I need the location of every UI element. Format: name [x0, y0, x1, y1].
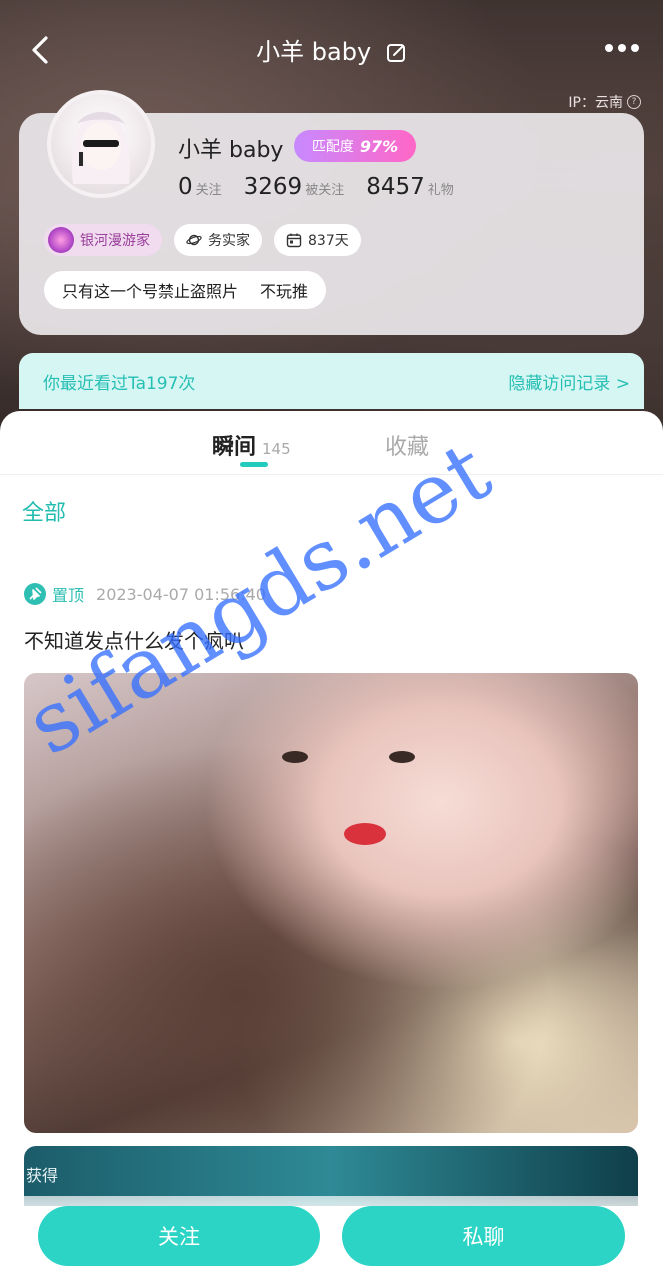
avatar-illustration-icon [72, 110, 130, 184]
profile-stats: 0 关注 3269 被关注 8457 礼物 [178, 174, 454, 200]
calendar-icon [286, 233, 302, 248]
personality-tag-label: 务实家 [208, 233, 250, 249]
edit-icon[interactable] [385, 42, 407, 64]
second-photo-caption: 获得 [26, 1166, 59, 1185]
photo-eye-right [389, 751, 415, 763]
top-bar: 小羊 baby IP：云南 ? [0, 0, 663, 111]
photo-eye-left [282, 751, 308, 763]
tab-bar: 瞬间 145 收藏 [0, 411, 663, 475]
ip-location-text: IP：云南 [568, 95, 623, 111]
ip-location: IP：云南 ? [568, 92, 641, 112]
stat-value: 0 [178, 174, 193, 200]
pin-icon [24, 583, 46, 605]
stat-gifts[interactable]: 8457 礼物 [366, 174, 454, 200]
match-label: 匹配度 [311, 139, 354, 155]
days-tag[interactable]: 837天 [274, 224, 361, 256]
personality-tag[interactable]: 务实家 [174, 224, 262, 256]
bottom-action-bar: 关注 私聊 [0, 1196, 663, 1280]
stat-label: 关注 [195, 183, 222, 198]
private-chat-button[interactable]: 私聊 [342, 1206, 625, 1266]
post-text: 不知道发点什么发个疯叭 [24, 629, 244, 653]
help-icon[interactable]: ? [627, 95, 641, 109]
profile-signature: 只有这一个号禁止盗照片 不玩推 [44, 271, 327, 309]
photo-lips [344, 823, 386, 845]
post-meta: 置顶 2023-04-07 01:56:40 [24, 582, 266, 606]
post-photo[interactable] [24, 673, 638, 1133]
filter-all[interactable]: 全部 [22, 495, 66, 527]
profile-tags: 银河漫游家 务实家 837天 [44, 224, 361, 256]
days-tag-label: 837天 [308, 233, 349, 249]
match-badge: 匹配度 97% [294, 130, 416, 162]
page-title-wrap: 小羊 baby [0, 32, 663, 67]
stat-label: 被关注 [305, 183, 345, 198]
tab-moments[interactable]: 瞬间 145 [212, 429, 291, 461]
tab-favorites[interactable]: 收藏 [385, 429, 429, 461]
signature-part-1: 只有这一个号禁止盗照片 [62, 282, 239, 301]
stat-value: 8457 [366, 174, 425, 200]
stat-value: 3269 [243, 174, 303, 200]
visit-count-text: 你最近看过Ta197次 [43, 373, 196, 394]
visit-banner: 你最近看过Ta197次 隐藏访问记录 > [19, 353, 644, 409]
stat-label: 礼物 [427, 183, 454, 198]
pinned-label: 置顶 [52, 586, 85, 605]
content-sheet: 瞬间 145 收藏 全部 置顶 2023-04-07 01:56:40 不知道发点… [0, 411, 663, 1280]
stat-following[interactable]: 0 关注 [178, 174, 222, 200]
tab-moments-label: 瞬间 [212, 435, 257, 460]
galaxy-level-icon [48, 227, 74, 253]
tab-moments-count: 145 [262, 440, 291, 458]
level-tag-label: 银河漫游家 [80, 233, 150, 249]
active-tab-indicator [240, 462, 268, 467]
stat-followers[interactable]: 3269 被关注 [244, 174, 345, 200]
level-tag[interactable]: 银河漫游家 [44, 224, 162, 256]
hide-visit-record-link[interactable]: 隐藏访问记录 > [508, 369, 630, 394]
more-dots-icon [605, 44, 639, 52]
follow-button[interactable]: 关注 [38, 1206, 320, 1266]
signature-part-2: 不玩推 [260, 282, 309, 301]
match-percent: 97% [359, 136, 399, 156]
page-title: 小羊 baby [256, 38, 372, 66]
post-timestamp: 2023-04-07 01:56:40 [96, 584, 266, 604]
planet-icon [186, 234, 202, 246]
avatar[interactable] [47, 90, 155, 198]
more-options-button[interactable] [603, 36, 641, 60]
profile-nickname: 小羊 baby [178, 138, 284, 163]
